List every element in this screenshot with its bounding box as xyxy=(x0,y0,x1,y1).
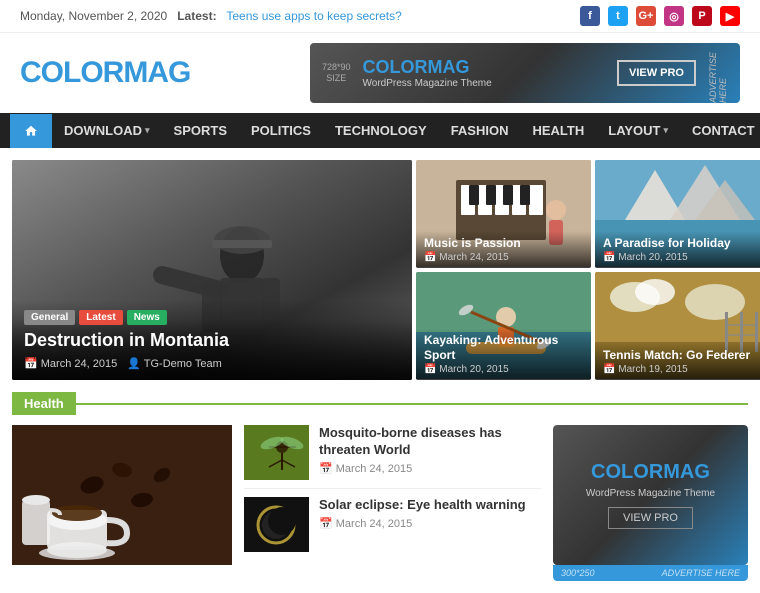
health-section-line xyxy=(76,403,748,405)
dropdown-caret-layout: ▾ xyxy=(664,125,669,136)
side-music-date: 📅 March 24, 2015 xyxy=(424,252,583,263)
sidebar-ad-mag: MAG xyxy=(663,461,710,483)
health-main-image-area[interactable] xyxy=(12,425,232,581)
featured-main-article[interactable]: General Latest News Destruction in Monta… xyxy=(12,160,412,380)
ad-brand: COLORMAG xyxy=(363,57,605,78)
pinterest-icon[interactable]: P xyxy=(692,6,712,26)
site-logo[interactable]: COLORMAG xyxy=(20,56,190,90)
ad-mag-label: MAG xyxy=(428,57,470,77)
article-eclipse[interactable]: Solar eclipse: Eye health warning 📅 Marc… xyxy=(244,497,541,560)
side-item-music[interactable]: Music is Passion 📅 March 24, 2015 xyxy=(416,160,591,268)
side-holiday-date: 📅 March 20, 2015 xyxy=(603,252,760,263)
side-item-holiday[interactable]: A Paradise for Holiday 📅 March 20, 2015 xyxy=(595,160,760,268)
bottom-row: Mosquito-borne diseases has threaten Wor… xyxy=(12,425,748,581)
instagram-icon[interactable]: ◎ xyxy=(664,6,684,26)
ad-size-label: 728*90 SIZE xyxy=(322,62,351,84)
side-item-tennis[interactable]: Tennis Match: Go Federer 📅 March 19, 201… xyxy=(595,272,760,380)
coffee-svg xyxy=(12,425,232,565)
top-bar-left: Monday, November 2, 2020 Latest: Teens u… xyxy=(20,9,402,23)
logo-color: COLOR xyxy=(20,56,123,89)
sidebar-ad-wrapper: COLORMAG WordPress Magazine Theme VIEW P… xyxy=(553,425,748,581)
home-nav-button[interactable] xyxy=(10,114,52,148)
badge-latest: Latest xyxy=(79,310,122,325)
badge-general: General xyxy=(24,310,75,325)
sidebar-ad-brand: COLORMAG xyxy=(591,461,710,484)
home-icon xyxy=(24,124,38,138)
nav-sports[interactable]: SPORTS xyxy=(162,113,239,148)
featured-author: 👤 TG-Demo Team xyxy=(127,357,222,370)
badge-news: News xyxy=(127,310,167,325)
eclipse-thumbnail xyxy=(244,497,309,552)
music-overlay: Music is Passion 📅 March 24, 2015 xyxy=(416,231,591,268)
youtube-icon[interactable]: ▶ xyxy=(720,6,740,26)
featured-main-title: Destruction in Montania xyxy=(24,330,400,352)
side-item-kayaking[interactable]: Kayaking: Adventurous Sport 📅 March 20, … xyxy=(416,272,591,380)
latest-link[interactable]: Teens use apps to keep secrets? xyxy=(226,9,401,23)
mosquito-article-text: Mosquito-borne diseases has threaten Wor… xyxy=(319,425,541,475)
side-kayak-title: Kayaking: Adventurous Sport xyxy=(424,333,583,362)
main-nav: DOWNLOAD ▾ SPORTS POLITICS TECHNOLOGY FA… xyxy=(0,113,760,148)
nav-download[interactable]: DOWNLOAD ▾ xyxy=(52,113,162,148)
facebook-icon[interactable]: f xyxy=(580,6,600,26)
nav-health[interactable]: HEALTH xyxy=(520,113,596,148)
side-kayak-date: 📅 March 20, 2015 xyxy=(424,364,583,375)
featured-main-meta: 📅 March 24, 2015 👤 TG-Demo Team xyxy=(24,357,400,370)
main-content: General Latest News Destruction in Monta… xyxy=(0,148,760,593)
top-bar: Monday, November 2, 2020 Latest: Teens u… xyxy=(0,0,760,33)
sidebar-ad-box: COLORMAG WordPress Magazine Theme VIEW P… xyxy=(553,425,748,565)
ad-sub: WordPress Magazine Theme xyxy=(363,78,605,89)
side-holiday-title: A Paradise for Holiday xyxy=(603,236,760,250)
nav-fashion[interactable]: FASHION xyxy=(439,113,521,148)
eclipse-article-text: Solar eclipse: Eye health warning 📅 Marc… xyxy=(319,497,526,530)
nav-technology[interactable]: TECHNOLOGY xyxy=(323,113,439,148)
sidebar-ad: COLORMAG WordPress Magazine Theme VIEW P… xyxy=(553,425,748,581)
social-icons: f t G+ ◎ P ▶ xyxy=(580,6,740,26)
side-music-title: Music is Passion xyxy=(424,236,583,250)
date-label: Monday, November 2, 2020 xyxy=(20,9,167,23)
mosquito-article-title: Mosquito-borne diseases has threaten Wor… xyxy=(319,425,541,459)
featured-grid: General Latest News Destruction in Monta… xyxy=(12,160,748,380)
featured-main-overlay: General Latest News Destruction in Monta… xyxy=(12,300,412,380)
featured-date: 📅 March 24, 2015 xyxy=(24,357,117,370)
ad-tag: ADVERTISE HERE xyxy=(708,43,728,103)
side-tennis-date: 📅 March 19, 2015 xyxy=(603,364,760,375)
health-section-header: Health xyxy=(12,392,748,415)
article-mosquito[interactable]: Mosquito-borne diseases has threaten Wor… xyxy=(244,425,541,489)
eclipse-article-date: 📅 March 24, 2015 xyxy=(319,517,526,530)
googleplus-icon[interactable]: G+ xyxy=(636,6,656,26)
ad-view-pro-button[interactable]: VIEW PRO xyxy=(617,60,696,86)
sidebar-ad-tag: ADVERTISE HERE xyxy=(662,568,740,578)
nav-layout[interactable]: LAYOUT ▾ xyxy=(596,113,680,148)
logo-area: COLORMAG 728*90 SIZE COLORMAG WordPress … xyxy=(0,33,760,113)
health-grid: Mosquito-borne diseases has threaten Wor… xyxy=(12,425,541,581)
kayak-overlay: Kayaking: Adventurous Sport 📅 March 20, … xyxy=(416,328,591,380)
sidebar-ad-size: 300*250 xyxy=(561,568,595,578)
twitter-icon[interactable]: t xyxy=(608,6,628,26)
ad-banner-top: 728*90 SIZE COLORMAG WordPress Magazine … xyxy=(310,43,740,103)
ad-text: COLORMAG WordPress Magazine Theme xyxy=(363,57,605,89)
nav-contact[interactable]: CONTACT xyxy=(680,113,760,148)
mosquito-article-date: 📅 March 24, 2015 xyxy=(319,462,541,475)
tag-badges: General Latest News xyxy=(24,310,400,325)
sidebar-ad-btn[interactable]: VIEW PRO xyxy=(608,507,693,529)
dropdown-caret: ▾ xyxy=(145,125,150,136)
health-articles-list: Mosquito-borne diseases has threaten Wor… xyxy=(244,425,541,581)
sidebar-ad-sub: WordPress Magazine Theme xyxy=(586,488,715,499)
tennis-overlay: Tennis Match: Go Federer 📅 March 19, 201… xyxy=(595,343,760,380)
health-section-label: Health xyxy=(12,392,76,415)
side-tennis-title: Tennis Match: Go Federer xyxy=(603,348,760,362)
eclipse-article-title: Solar eclipse: Eye health warning xyxy=(319,497,526,514)
featured-side-grid: Music is Passion 📅 March 24, 2015 xyxy=(416,160,760,380)
latest-label: Latest: xyxy=(177,9,216,23)
logo-mag: MAG xyxy=(123,56,190,89)
nav-politics[interactable]: POLITICS xyxy=(239,113,323,148)
mosquito-thumbnail xyxy=(244,425,309,480)
nav-items: DOWNLOAD ▾ SPORTS POLITICS TECHNOLOGY FA… xyxy=(52,113,760,148)
holiday-overlay: A Paradise for Holiday 📅 March 20, 2015 xyxy=(595,231,760,268)
